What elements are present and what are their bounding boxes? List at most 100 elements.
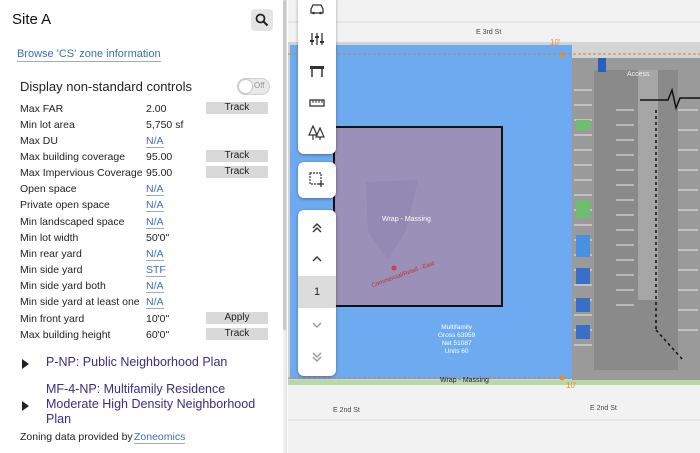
browse-zone-link[interactable]: Browse 'CS' zone information [17,48,161,62]
row-min-front-yard: Min front yard 10'0" Apply [0,312,283,328]
row-label: Min front yard [20,313,85,325]
plan-name-line2[interactable]: Moderate High Density Neighborhood [46,397,255,411]
row-value: 95.00 [146,167,173,179]
toggle-knob [239,80,252,93]
level-toolbar: 1 [298,210,336,376]
row-min-lot-area: Min lot area 5,750 sf [0,118,283,134]
row-value: 2.00 [146,103,167,115]
row-value-link[interactable]: N/A [146,135,164,148]
row-value: 60'0" [146,329,170,341]
row-private-open-space: Private open space N/A [0,198,283,214]
row-min-side-yard-both: Min side yard both N/A [0,279,283,295]
search-button[interactable] [251,9,273,31]
row-label: Min side yard [20,264,83,276]
plan-name[interactable]: P-NP: Public Neighborhood Plan [46,355,227,369]
add-shape-icon [309,172,324,187]
toggle-text: Off [254,81,265,90]
zoneomics-link[interactable]: Zoneomics [134,431,186,444]
row-max-far: Max FAR 2.00 Track [0,102,283,118]
plan-name-line3[interactable]: Plan [46,412,71,426]
row-value-link[interactable]: N/A [146,183,164,196]
adjust-tool-button[interactable] [298,24,336,54]
level-top-button[interactable] [298,213,336,243]
row-label: Min side yard at least one [20,296,140,308]
row-min-rear-yard: Min rear yard N/A [0,247,283,263]
expand-arrow-icon[interactable] [22,359,29,369]
current-level[interactable]: 1 [298,276,336,308]
track-button[interactable]: Track [206,150,268,162]
expand-arrow-icon[interactable] [22,401,29,411]
row-label: Min side yard both [20,280,106,292]
double-chevron-up-icon [312,223,322,233]
row-value: 95.00 [146,151,173,163]
row-value: 50'0" [146,232,170,244]
row-max-impervious-coverage: Max Impervious Coverage 95.00 Track [0,166,283,182]
row-label: Min landscaped space [20,216,125,228]
trees-tool-button[interactable] [298,118,336,148]
chevron-up-icon [312,256,322,262]
panel-scrollbar[interactable] [283,0,286,453]
street-label-e-2nd-left: E 2nd St [333,407,360,414]
stat-units: Units 60 [444,348,469,355]
dimension-marker-icon[interactable] [559,52,565,58]
track-button[interactable]: Track [206,328,268,340]
add-shape-toolbar [298,162,336,198]
row-open-space: Open space N/A [0,182,283,198]
row-value-link[interactable]: N/A [146,280,164,293]
double-chevron-down-icon [312,352,322,362]
wrap-massing-bottom-label: Wrap - Massing [440,377,489,384]
chevron-down-icon [312,322,322,328]
row-label: Open space [20,183,77,195]
apply-button[interactable]: Apply [206,312,268,324]
row-value-link[interactable]: N/A [146,216,164,229]
row-value: 5,750 sf [146,119,184,131]
street-e-2nd [288,385,700,453]
row-value-link[interactable]: N/A [146,248,164,261]
dimension-marker-icon[interactable] [559,375,565,381]
dimension-label-bottom: 10' [566,381,577,390]
display-controls-toggle[interactable]: Off [237,78,270,95]
row-max-building-height: Max building height 60'0" Track [0,328,283,344]
site-map[interactable]: E 3rd St 10' Access Wrap - Massing Comme… [288,0,700,453]
ruler-icon [309,99,325,107]
commercial-marker-icon[interactable] [391,265,397,271]
level-bottom-button[interactable] [298,342,336,372]
row-label: Min lot area [20,119,75,131]
row-label: Max building coverage [20,151,126,163]
row-label: Private open space [20,199,110,211]
row-max-building-coverage: Max building coverage 95.00 Track [0,150,283,166]
track-button[interactable]: Track [206,166,268,178]
scrollbar-thumb[interactable] [283,0,286,330]
map-canvas[interactable] [288,0,700,453]
row-value-link[interactable]: N/A [146,296,164,309]
dimension-label-top: 10' [550,38,561,47]
site-panel: Site A Browse 'CS' zone information Disp… [0,0,287,453]
row-value: 10'0" [146,313,170,325]
car-icon [310,4,324,15]
row-label: Min lot width [20,232,79,244]
bench-icon [310,66,324,77]
search-icon [255,13,269,27]
access-label: Access [627,71,650,78]
stat-net: Net 51087 [441,340,472,347]
plan-name-line1[interactable]: MF-4-NP: Multifamily Residence [46,382,225,396]
sliders-icon [310,33,324,45]
row-min-side-yard: Min side yard STF [0,263,283,279]
level-up-button[interactable] [298,244,336,274]
row-label: Max building height [20,329,111,341]
add-shape-button[interactable] [298,165,336,195]
row-label: Max Impervious Coverage [20,167,143,179]
car-tool-button[interactable] [298,0,336,24]
display-controls-label: Display non-standard controls [20,79,192,94]
ruler-tool-button[interactable] [298,88,336,118]
row-label: Max FAR [20,103,64,115]
street-label-e-2nd-right: E 2nd St [590,405,617,412]
stat-type: Multifamily [441,324,472,331]
row-min-lot-width: Min lot width 50'0" [0,231,283,247]
row-value-link[interactable]: N/A [146,199,164,212]
bench-tool-button[interactable] [298,56,336,86]
level-down-button[interactable] [298,310,336,340]
street-label-e-3rd: E 3rd St [476,29,502,36]
track-button[interactable]: Track [206,102,268,114]
row-value-link[interactable]: STF [146,264,166,277]
